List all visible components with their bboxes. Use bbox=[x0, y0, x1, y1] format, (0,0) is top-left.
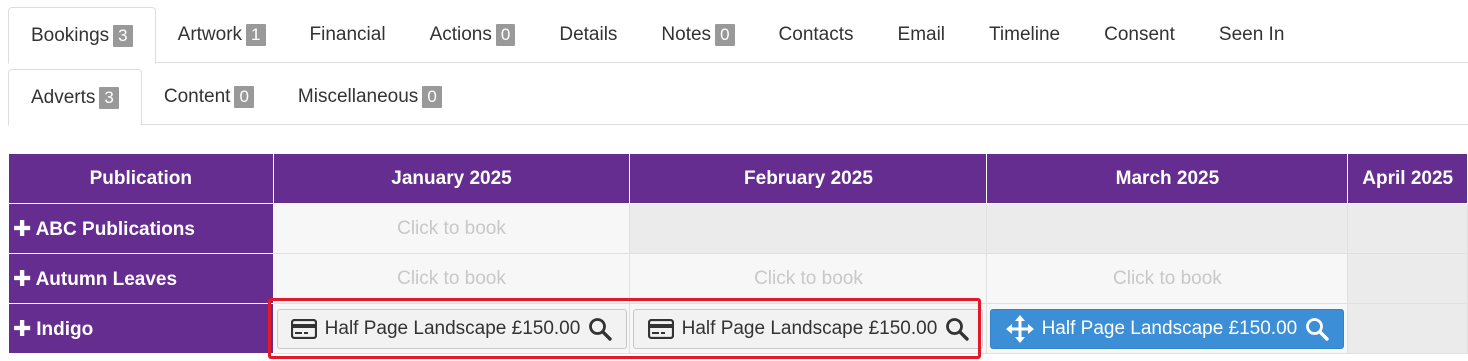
tab-timeline[interactable]: Timeline bbox=[967, 7, 1082, 63]
booking-chip[interactable]: Half Page Landscape £150.00 bbox=[633, 308, 984, 349]
tab-label: Bookings bbox=[31, 24, 110, 46]
tab-count-badge: 0 bbox=[234, 86, 254, 108]
tab-label: Miscellaneous bbox=[297, 86, 419, 107]
grid-header-row: Publication January 2025 February 2025 M… bbox=[8, 153, 1468, 204]
credit-card-icon bbox=[290, 318, 317, 339]
search-icon[interactable] bbox=[588, 317, 613, 341]
booking-label: Half Page Landscape £150.00 bbox=[1041, 317, 1298, 339]
booking-grid: Publication January 2025 February 2025 M… bbox=[8, 153, 1468, 354]
tab-details[interactable]: Details bbox=[537, 7, 639, 63]
publication-row-header[interactable]: ✚ ABC Publications bbox=[8, 203, 274, 254]
credit-card-icon bbox=[647, 318, 674, 339]
tab-actions[interactable]: Actions 0 bbox=[408, 7, 538, 63]
click-to-book-cell[interactable]: Click to book bbox=[272, 203, 631, 254]
tab-label: Financial bbox=[309, 24, 386, 45]
booking-chip[interactable]: Half Page Landscape £150.00 bbox=[276, 308, 627, 349]
tab-notes[interactable]: Notes 0 bbox=[639, 7, 756, 63]
unavailable-cell bbox=[1347, 303, 1468, 354]
tab-count-badge: 3 bbox=[99, 86, 119, 109]
publication-row-header[interactable]: ✚ Autumn Leaves bbox=[8, 253, 274, 304]
column-header-month: March 2025 bbox=[986, 153, 1349, 204]
primary-tab-bar: Bookings 3 Artwork 1 Financial Actions 0… bbox=[8, 7, 1468, 64]
tab-label: Actions bbox=[429, 24, 492, 45]
tab-bookings[interactable]: Bookings 3 bbox=[8, 7, 156, 64]
click-to-book-cell[interactable]: Click to book bbox=[272, 253, 631, 304]
booked-cell: Half Page Landscape £150.00 bbox=[272, 303, 631, 354]
tab-label: Notes bbox=[661, 24, 712, 45]
tab-adverts[interactable]: Adverts 3 bbox=[8, 69, 142, 126]
column-header-month: February 2025 bbox=[629, 153, 988, 204]
click-to-book-cell[interactable]: Click to book bbox=[986, 253, 1349, 304]
booked-cell: Half Page Landscape £150.00 bbox=[986, 303, 1349, 354]
tab-label: Details bbox=[559, 24, 618, 45]
table-row: ✚ Indigo Half Page Landscape £150.00 Hal… bbox=[8, 303, 1468, 354]
tab-label: Contacts bbox=[778, 24, 854, 45]
table-row: ✚ ABC Publications Click to book bbox=[8, 203, 1468, 254]
tab-label: Consent bbox=[1104, 24, 1175, 45]
tab-count-badge: 0 bbox=[495, 24, 516, 46]
secondary-tab-bar: Adverts 3 Content 0 Miscellaneous 0 bbox=[8, 69, 1468, 126]
tab-label: Timeline bbox=[989, 24, 1061, 45]
tab-label: Seen In bbox=[1218, 24, 1285, 45]
click-to-book-cell[interactable]: Click to book bbox=[629, 253, 988, 304]
expand-plus-icon[interactable]: ✚ bbox=[13, 316, 31, 342]
expand-plus-icon[interactable]: ✚ bbox=[13, 216, 31, 242]
tab-miscellaneous[interactable]: Miscellaneous 0 bbox=[276, 69, 464, 125]
unavailable-cell bbox=[629, 203, 988, 254]
move-arrows-icon[interactable] bbox=[1005, 314, 1034, 343]
tab-label: Content bbox=[163, 86, 231, 107]
tab-email[interactable]: Email bbox=[876, 7, 968, 63]
tab-financial[interactable]: Financial bbox=[288, 7, 408, 63]
publication-row-header[interactable]: ✚ Indigo bbox=[8, 303, 274, 354]
tab-label: Email bbox=[897, 24, 946, 45]
tab-count-badge: 0 bbox=[715, 24, 735, 46]
column-header-publication: Publication bbox=[8, 153, 274, 204]
booking-chip-movable[interactable]: Half Page Landscape £150.00 bbox=[990, 308, 1345, 349]
unavailable-cell bbox=[1347, 203, 1468, 254]
tab-consent[interactable]: Consent bbox=[1082, 7, 1197, 63]
search-icon[interactable] bbox=[945, 317, 969, 341]
column-header-month: January 2025 bbox=[272, 153, 631, 204]
unavailable-cell bbox=[1347, 253, 1468, 304]
tab-label: Artwork bbox=[177, 24, 243, 45]
tab-artwork[interactable]: Artwork 1 bbox=[156, 7, 288, 63]
tab-count-badge: 0 bbox=[422, 86, 442, 108]
tab-content[interactable]: Content 0 bbox=[142, 69, 276, 125]
publication-name: Autumn Leaves bbox=[35, 268, 178, 290]
publication-name: ABC Publications bbox=[35, 218, 195, 240]
booking-label: Half Page Landscape £150.00 bbox=[324, 317, 581, 339]
search-icon[interactable] bbox=[1305, 317, 1329, 341]
tab-count-badge: 3 bbox=[113, 24, 133, 47]
table-row: ✚ Autumn Leaves Click to book Click to b… bbox=[8, 253, 1468, 304]
tab-contacts[interactable]: Contacts bbox=[757, 7, 876, 63]
booked-cell: Half Page Landscape £150.00 bbox=[629, 303, 988, 354]
tab-label: Adverts bbox=[31, 86, 96, 108]
expand-plus-icon[interactable]: ✚ bbox=[13, 266, 31, 292]
tab-count-badge: 1 bbox=[246, 24, 266, 46]
tab-seen-in[interactable]: Seen In bbox=[1197, 7, 1307, 63]
publication-name: Indigo bbox=[36, 318, 94, 340]
unavailable-cell bbox=[986, 203, 1349, 254]
booking-label: Half Page Landscape £150.00 bbox=[681, 317, 938, 339]
column-header-month: April 2025 bbox=[1347, 153, 1468, 204]
